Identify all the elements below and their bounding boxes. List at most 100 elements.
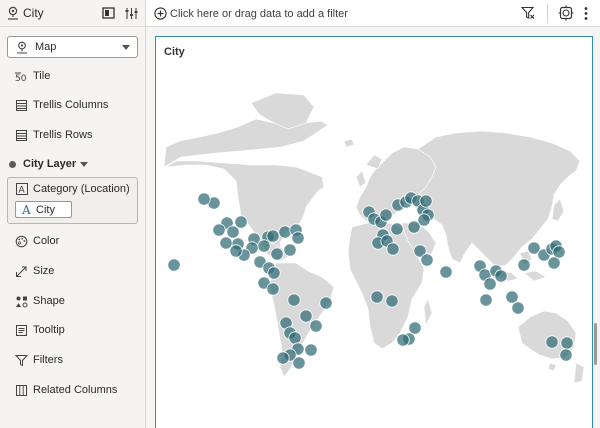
city-marker[interactable] (287, 293, 301, 307)
city-marker[interactable] (226, 225, 240, 239)
column-chip-city[interactable]: A City (15, 201, 72, 218)
text-column-icon: A (22, 203, 31, 217)
toolbar-divider (547, 4, 548, 23)
viz-type-select[interactable]: Map (7, 36, 138, 58)
city-marker[interactable] (385, 294, 399, 308)
city-marker[interactable] (229, 244, 243, 258)
drop-target-tile[interactable]: 50 Tile (0, 66, 146, 88)
city-marker[interactable] (267, 266, 281, 280)
city-marker[interactable] (408, 321, 422, 335)
city-marker[interactable] (197, 192, 211, 206)
city-marker[interactable] (212, 223, 226, 237)
drop-target-related-columns[interactable]: Related Columns (0, 380, 146, 402)
drop-target-tooltip[interactable]: Tooltip (0, 320, 146, 342)
layers-icon[interactable] (558, 5, 574, 21)
map-pin-icon (8, 6, 18, 20)
city-marker[interactable] (270, 247, 284, 261)
drop-target-label: Filters (33, 354, 63, 366)
size-icon (16, 266, 27, 277)
filter-drop-area[interactable]: Click here or drag data to add a filter (170, 8, 348, 20)
drop-target-label: Tooltip (33, 324, 65, 336)
city-marker[interactable] (278, 225, 292, 239)
text-attribute-icon: A (16, 183, 28, 195)
city-marker[interactable] (370, 290, 384, 304)
city-marker[interactable] (288, 331, 302, 345)
city-marker[interactable] (439, 265, 453, 279)
city-marker[interactable] (419, 194, 433, 208)
drop-target-label: Related Columns (33, 384, 118, 396)
city-marker[interactable] (420, 253, 434, 267)
city-marker[interactable] (292, 356, 306, 370)
city-marker[interactable] (390, 222, 404, 236)
drop-target-color[interactable]: Color (0, 231, 146, 253)
city-marker[interactable] (494, 269, 508, 283)
city-marker[interactable] (547, 256, 561, 270)
city-marker[interactable] (517, 258, 531, 272)
canvas-area: City (146, 27, 600, 428)
city-marker[interactable] (291, 231, 305, 245)
city-marker[interactable] (479, 293, 493, 307)
drop-target-label: Tile (33, 70, 51, 82)
map-pin-icon (17, 41, 27, 54)
grammar-panel: City Map 50 Tile Trellis Columns Trellis… (0, 0, 146, 428)
city-marker[interactable] (379, 208, 393, 222)
drop-target-shape[interactable]: Shape (0, 291, 146, 313)
trellis-rows-icon (16, 130, 27, 141)
city-marker[interactable] (511, 301, 525, 315)
filter-settings-icon[interactable] (521, 6, 535, 20)
city-marker[interactable] (319, 296, 333, 310)
city-marker[interactable] (309, 319, 323, 333)
panel-title: City (23, 6, 44, 20)
filter-bar: Click here or drag data to add a filter (146, 0, 600, 27)
more-options-icon[interactable] (583, 6, 589, 21)
city-marker[interactable] (505, 290, 519, 304)
world-map[interactable] (156, 37, 594, 428)
grammar-tab-icon[interactable] (101, 5, 116, 22)
drop-target-trellis-columns[interactable]: Trellis Columns (0, 95, 146, 117)
add-filter-icon[interactable] (154, 7, 167, 20)
tooltip-icon (16, 325, 27, 336)
chevron-down-icon (80, 162, 88, 167)
city-marker[interactable] (234, 215, 248, 229)
city-marker[interactable] (396, 333, 410, 347)
city-marker[interactable] (167, 258, 181, 272)
trellis-columns-icon (16, 100, 27, 111)
shape-icon (16, 296, 28, 308)
map-visualization[interactable]: City (155, 36, 593, 428)
drop-target-size[interactable]: Size (0, 261, 146, 283)
drop-target-label: Category (Location) (33, 183, 130, 195)
properties-tab-icon[interactable] (124, 5, 139, 22)
drop-target-filters[interactable]: Filters (0, 350, 146, 372)
city-marker[interactable] (299, 309, 313, 323)
city-marker[interactable] (219, 236, 233, 250)
city-marker[interactable] (559, 348, 573, 362)
city-marker[interactable] (276, 351, 290, 365)
panel-header: City (0, 0, 146, 27)
drop-target-label: Shape (33, 295, 65, 307)
palette-icon (15, 235, 28, 248)
drop-target-category[interactable]: A Category (Location) A City (7, 177, 138, 224)
app-window: City Map 50 Tile Trellis Columns Trellis… (0, 0, 600, 428)
svg-text:50: 50 (15, 74, 27, 83)
city-marker[interactable] (483, 277, 497, 291)
city-marker[interactable] (386, 242, 400, 256)
city-marker[interactable] (283, 243, 297, 257)
city-marker[interactable] (304, 343, 318, 357)
city-marker[interactable] (407, 220, 421, 234)
drop-target-label: Trellis Rows (33, 129, 93, 141)
drop-target-trellis-rows[interactable]: Trellis Rows (0, 125, 146, 147)
layer-selector[interactable]: City Layer (0, 156, 146, 174)
layer-dot-icon (9, 161, 16, 168)
drop-target-label: Size (33, 265, 55, 277)
city-marker[interactable] (560, 336, 574, 350)
drop-target-label: Color (33, 235, 60, 247)
city-marker[interactable] (545, 335, 559, 349)
city-marker[interactable] (257, 239, 271, 253)
city-marker[interactable] (552, 245, 566, 259)
tile-icon: 50 (15, 72, 27, 83)
layer-label: City Layer (23, 158, 77, 170)
city-marker[interactable] (266, 229, 280, 243)
city-marker[interactable] (266, 282, 280, 296)
vertical-scrollbar[interactable] (594, 323, 597, 365)
chevron-down-icon (122, 45, 130, 50)
